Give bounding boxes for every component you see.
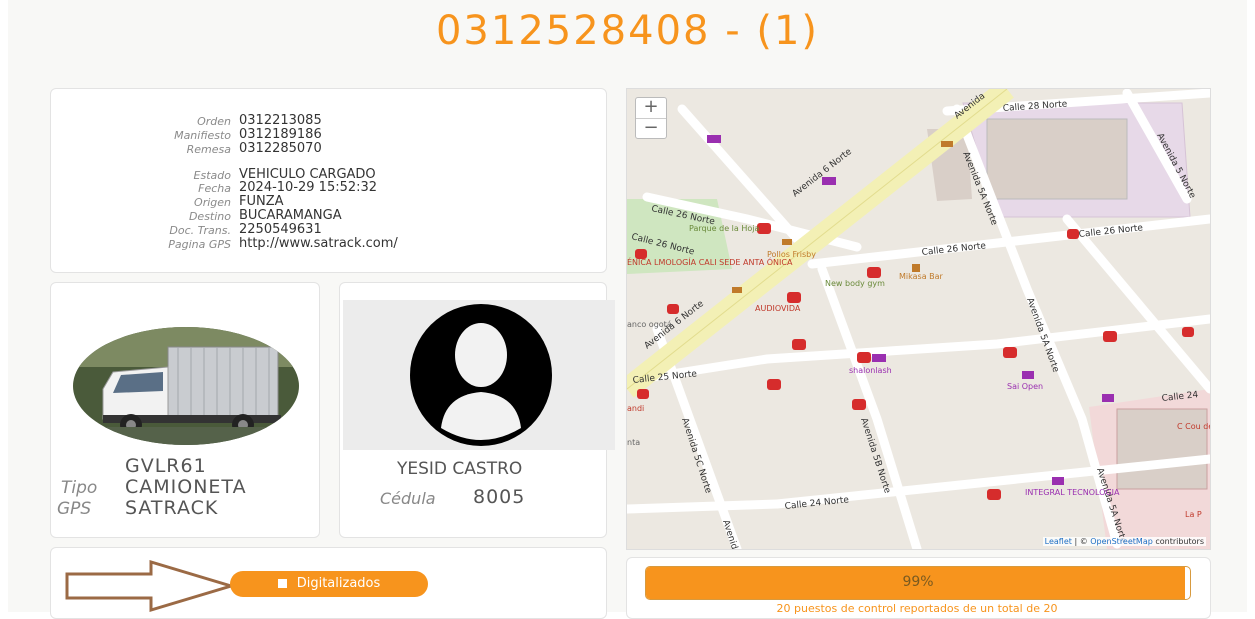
svg-text:Sai Open: Sai Open — [1007, 382, 1043, 391]
zoom-controls: + − — [635, 97, 667, 139]
progress-note: 20 puestos de control reportados de un t… — [776, 602, 1058, 615]
info-value: 0312285070 — [239, 141, 322, 156]
vehicle-type-label: Tipo — [61, 478, 98, 498]
driver-name: YESID CASTRO — [397, 459, 523, 479]
svg-text:ÉNICA LMOLOGÍA CALI SEDE ANTA: ÉNICA LMOLOGÍA CALI SEDE ANTA ÓNICA — [627, 256, 793, 267]
document-icon — [277, 579, 287, 588]
info-label: Destino — [188, 210, 231, 223]
map-attribution: Leaflet | © OpenStreetMap contributors — [1042, 537, 1206, 546]
info-value: 0312213085 — [239, 113, 322, 128]
zoom-out-button[interactable]: − — [636, 119, 666, 139]
svg-text:shalonlash: shalonlash — [849, 366, 892, 375]
vehicle-photo — [73, 327, 299, 445]
vehicle-plate: GVLR61 — [125, 455, 207, 477]
driver-cedula: 8005 — [473, 486, 526, 508]
checkpoint-progress-bar: 99% — [645, 566, 1191, 600]
info-label: Fecha — [198, 182, 231, 195]
driver-card: YESID CASTRO Cédula 8005 — [339, 282, 615, 538]
svg-text:New body gym: New body gym — [825, 279, 885, 288]
zoom-in-button[interactable]: + — [636, 98, 666, 119]
info-label: Pagina GPS — [168, 238, 231, 251]
svg-text:La P: La P — [1185, 510, 1202, 519]
vehicle-gps-label: GPS — [57, 499, 92, 519]
osm-link[interactable]: OpenStreetMap — [1090, 537, 1153, 546]
vehicle-card: GVLR61 Tipo CAMIONETA GPS SATRACK — [50, 282, 320, 538]
info-label: Manifiesto — [174, 129, 231, 142]
vehicle-type: CAMIONETA — [125, 476, 247, 498]
leaflet-link[interactable]: Leaflet — [1045, 537, 1072, 546]
info-label: Doc. Trans. — [169, 224, 231, 237]
svg-text:Mikasa Bar: Mikasa Bar — [899, 272, 944, 281]
digitalizados-label: Digitalizados — [296, 576, 381, 591]
shipment-info-card: Orden 0312213085 Manifiesto 0312189186 Remes… — [50, 88, 607, 273]
page-title: 0312528408 - (1) — [435, 8, 819, 54]
pointer-arrow-icon — [65, 560, 235, 612]
page: 0312528408 - (1) Orden 0312213085 Manifies… — [8, 0, 1247, 619]
svg-text:andi: andi — [627, 404, 644, 413]
svg-text:AUDIOVIDA: AUDIOVIDA — [755, 304, 801, 313]
svg-text:nta: nta — [627, 438, 640, 447]
vehicle-gps: SATRACK — [125, 497, 219, 519]
svg-text:Parque de la Hoja: Parque de la Hoja — [689, 224, 759, 233]
progress-label: 99% — [902, 574, 934, 590]
info-value[interactable]: http://www.satrack.com/ — [239, 237, 398, 251]
map-tiles: Calle 28 Norte Calle 26 Norte Calle 26 N… — [627, 89, 1210, 549]
info-value: 2024-10-29 15:52:32 — [239, 180, 378, 195]
driver-cedula-label: Cédula — [380, 489, 436, 508]
route-map[interactable]: Calle 28 Norte Calle 26 Norte Calle 26 N… — [626, 88, 1211, 550]
info-label: Estado — [193, 169, 231, 182]
info-label: Remesa — [186, 143, 231, 156]
info-value: 0312189186 — [239, 127, 322, 142]
svg-text:INTEGRAL TECNOLOGIA: INTEGRAL TECNOLOGIA — [1025, 488, 1120, 497]
svg-text:C Cou de: C Cou de — [1177, 422, 1210, 431]
driver-photo — [343, 300, 615, 450]
info-label: Origen — [194, 196, 231, 209]
digitalizados-button[interactable]: Digitalizados — [230, 571, 428, 597]
info-value: BUCARAMANGA — [239, 208, 342, 223]
info-label: Orden — [197, 115, 231, 128]
svg-text:anco ogotá: anco ogotá — [627, 320, 672, 329]
info-value: 2250549631 — [239, 222, 322, 237]
info-value: FUNZA — [239, 194, 284, 209]
